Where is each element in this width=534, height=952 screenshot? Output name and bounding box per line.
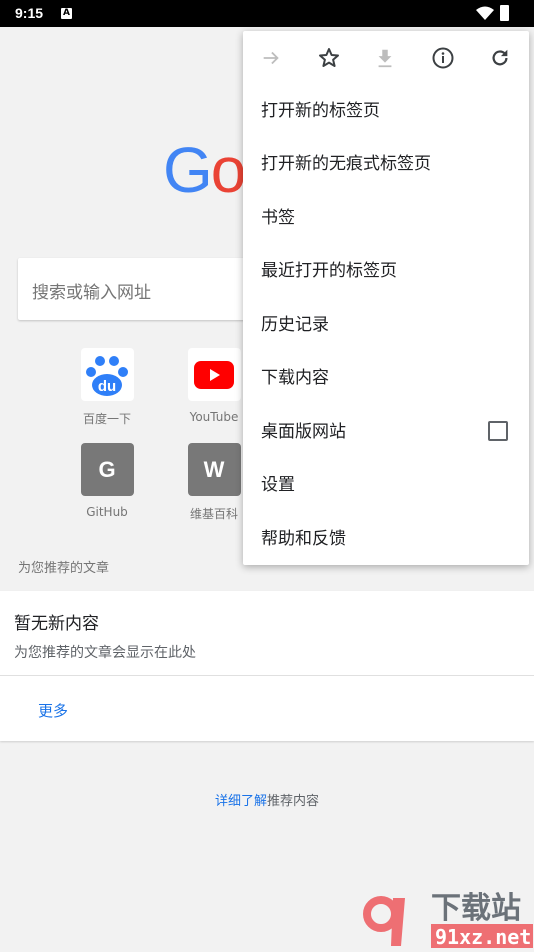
a-icon: A [61, 8, 72, 19]
google-logo: Go [163, 134, 246, 206]
articles-card: 暂无新内容 为您推荐的文章会显示在此处 更多 [0, 591, 534, 741]
menu-item-help-feedback[interactable]: 帮助和反馈 [261, 519, 511, 559]
learn-more-text: 推荐内容 [267, 794, 320, 809]
menu-icon-row [243, 43, 529, 73]
articles-section-title: 为您推荐的文章 [18, 561, 110, 576]
menu-item-bookmarks[interactable]: 书签 [261, 198, 511, 238]
status-bar: 9:15 A [0, 0, 534, 27]
shortcut-label: 百度一下 [82, 412, 131, 426]
desktop-site-checkbox[interactable] [488, 421, 508, 441]
wifi-icon [476, 6, 494, 20]
shortcut-baidu[interactable]: du 百度一下 [62, 348, 152, 427]
menu-item-settings[interactable]: 设置 [261, 465, 511, 505]
empty-title: 暂无新内容 [14, 614, 99, 634]
learn-more: 详细了解推荐内容 [0, 790, 534, 809]
more-button[interactable]: 更多 [38, 700, 68, 721]
menu-item-desktop-site[interactable]: 桌面版网站 [261, 412, 511, 452]
learn-more-link[interactable]: 详细了解 [215, 794, 267, 809]
youtube-icon [187, 348, 241, 401]
menu-item-new-incognito-tab[interactable]: 打开新的无痕式标签页 [261, 144, 511, 184]
shortcut-github[interactable]: G GitHub [62, 443, 152, 519]
status-time: 9:15 [15, 5, 44, 21]
forward-icon[interactable] [256, 43, 286, 73]
search-placeholder: 搜索或输入网址 [32, 283, 151, 303]
shortcut-label: GitHub [86, 505, 128, 519]
wikipedia-letter-icon: W [187, 443, 241, 496]
svg-text:du: du [98, 378, 116, 395]
menu-item-new-tab[interactable]: 打开新的标签页 [261, 91, 511, 131]
refresh-icon[interactable] [485, 43, 515, 73]
info-icon[interactable] [428, 43, 458, 73]
download-icon[interactable] [370, 43, 400, 73]
overflow-menu: 打开新的标签页 打开新的无痕式标签页 书签 最近打开的标签页 历史记录 下载内容… [243, 31, 529, 565]
menu-item-recent-tabs[interactable]: 最近打开的标签页 [261, 251, 511, 291]
empty-subtitle: 为您推荐的文章会显示在此处 [14, 645, 196, 661]
divider [0, 675, 534, 676]
baidu-paw-icon: du [80, 348, 134, 401]
github-letter-icon: G [80, 443, 134, 496]
svg-text:91xz.net: 91xz.net [435, 925, 531, 948]
svg-text:下载站: 下载站 [431, 891, 521, 926]
watermark-logo: 下载站 91xz.net [363, 888, 533, 952]
menu-item-history[interactable]: 历史记录 [261, 305, 511, 345]
battery-charging-icon [500, 5, 509, 21]
bookmark-star-icon[interactable] [314, 43, 344, 73]
menu-item-downloads[interactable]: 下载内容 [261, 358, 511, 398]
